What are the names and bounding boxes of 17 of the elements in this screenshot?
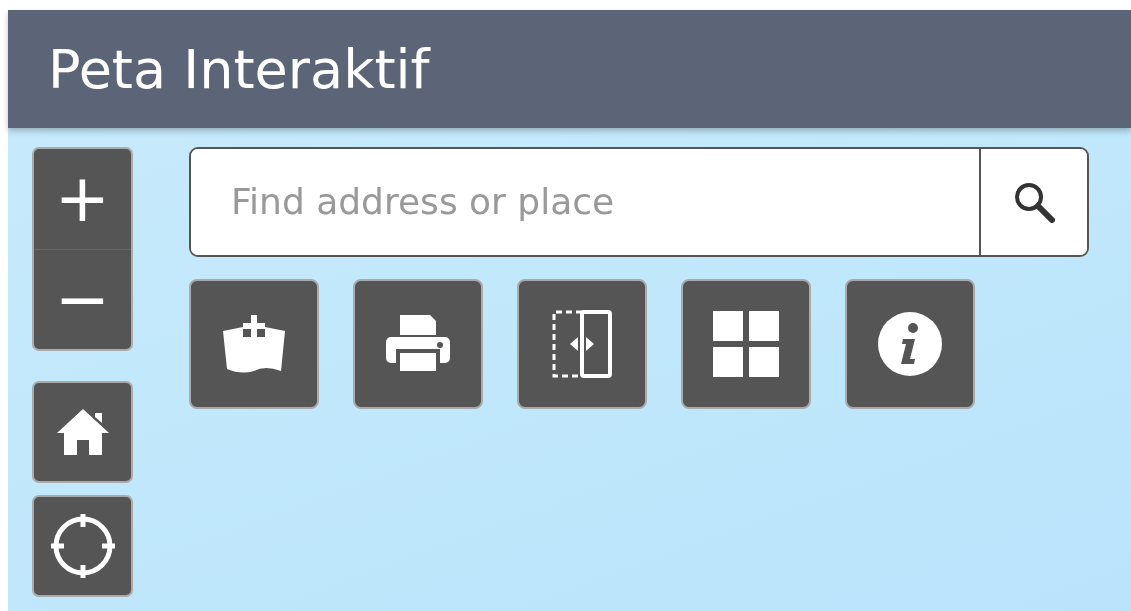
search-icon — [1013, 181, 1055, 223]
home-button[interactable] — [32, 381, 133, 483]
add-data-button[interactable] — [189, 279, 319, 409]
info-icon — [877, 311, 943, 377]
locate-button[interactable] — [32, 495, 133, 597]
info-button[interactable] — [845, 279, 975, 409]
search-button[interactable] — [979, 149, 1087, 255]
map-plus-icon — [221, 313, 287, 375]
app-title: Peta Interaktif — [48, 36, 430, 103]
print-button[interactable] — [353, 279, 483, 409]
grid-icon — [713, 311, 779, 377]
zoom-out-button[interactable]: − — [34, 249, 131, 349]
grid-button[interactable] — [681, 279, 811, 409]
split-panel-icon — [550, 309, 614, 379]
search-field[interactable]: Find address or place — [189, 147, 1089, 257]
swipe-button[interactable] — [517, 279, 647, 409]
zoom-in-button[interactable]: + — [34, 149, 131, 249]
